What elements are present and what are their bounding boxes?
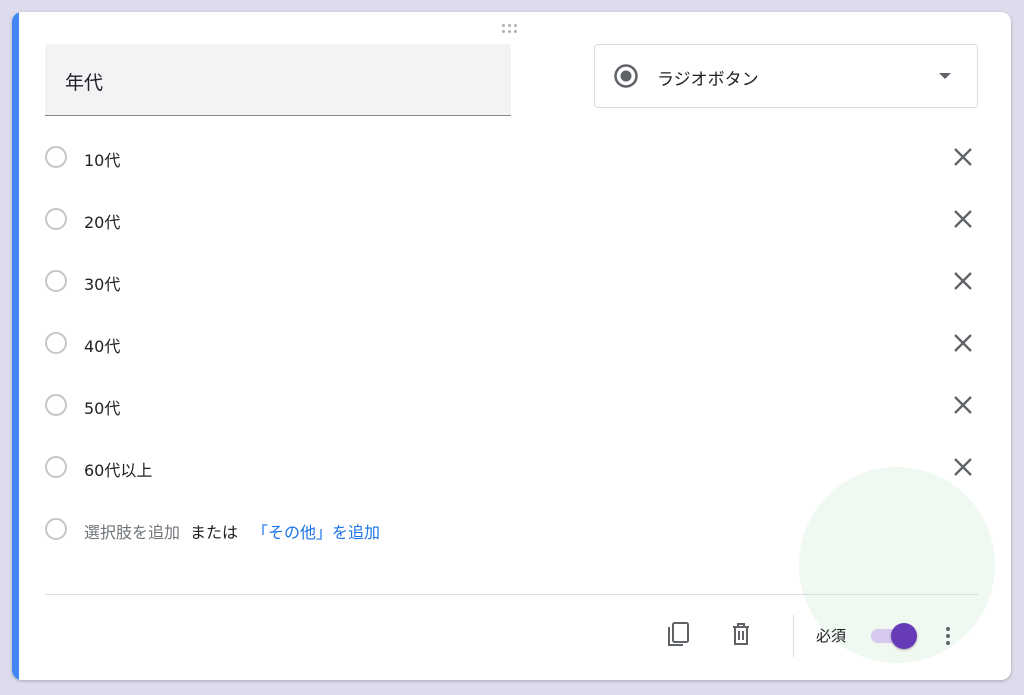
option-row: 10代 xyxy=(45,139,975,179)
active-card-indicator xyxy=(12,12,19,680)
close-icon[interactable] xyxy=(951,331,975,355)
footer-vertical-divider xyxy=(793,615,794,657)
content-copy-icon[interactable] xyxy=(664,620,692,648)
close-icon[interactable] xyxy=(951,269,975,293)
add-other-button[interactable]: 「その他」を追加 xyxy=(252,523,380,542)
radio-circle-icon xyxy=(45,208,67,230)
arrow-drop-down-icon xyxy=(939,73,951,79)
radio-circle-icon xyxy=(45,146,67,168)
required-toggle[interactable] xyxy=(869,623,917,649)
radio-circle-icon xyxy=(45,518,67,540)
close-icon[interactable] xyxy=(951,455,975,479)
option-label[interactable]: 10代 xyxy=(84,147,120,171)
radio-circle-icon xyxy=(45,332,67,354)
close-icon[interactable] xyxy=(951,207,975,231)
option-row: 30代 xyxy=(45,263,975,303)
option-label[interactable]: 30代 xyxy=(84,271,120,295)
option-label[interactable]: 50代 xyxy=(84,395,120,419)
or-label: または xyxy=(190,523,239,542)
delete-icon[interactable] xyxy=(727,620,755,648)
toggle-thumb xyxy=(891,623,917,649)
option-label[interactable]: 20代 xyxy=(84,209,120,233)
option-label[interactable]: 60代以上 xyxy=(84,457,152,481)
question-title-text: 年代 xyxy=(65,72,104,94)
question-card[interactable]: 年代 ラジオボタン 10代 20代 30代 40代 50代 60代以上 選択肢を… xyxy=(12,12,1011,680)
option-row: 60代以上 xyxy=(45,449,975,489)
question-title-input[interactable]: 年代 xyxy=(45,44,511,116)
close-icon[interactable] xyxy=(951,145,975,169)
option-row: 20代 xyxy=(45,201,975,241)
required-label: 必須 xyxy=(816,627,847,645)
radio-circle-icon xyxy=(45,456,67,478)
option-label[interactable]: 40代 xyxy=(84,333,120,357)
question-type-dropdown[interactable]: ラジオボタン xyxy=(594,44,978,108)
radio-circle-icon xyxy=(45,394,67,416)
radio-button-checked-icon xyxy=(614,64,638,88)
radio-circle-icon xyxy=(45,270,67,292)
add-option-button[interactable]: 選択肢を追加 xyxy=(84,523,180,542)
add-option-text: 選択肢を追加 または 「その他」を追加 xyxy=(84,519,380,543)
close-icon[interactable] xyxy=(951,393,975,417)
drag-handle-icon[interactable] xyxy=(502,24,522,36)
more-vert-icon[interactable] xyxy=(940,622,956,650)
footer-divider xyxy=(45,594,978,595)
option-row: 50代 xyxy=(45,387,975,427)
option-row: 40代 xyxy=(45,325,975,365)
question-type-label: ラジオボタン xyxy=(657,70,759,90)
